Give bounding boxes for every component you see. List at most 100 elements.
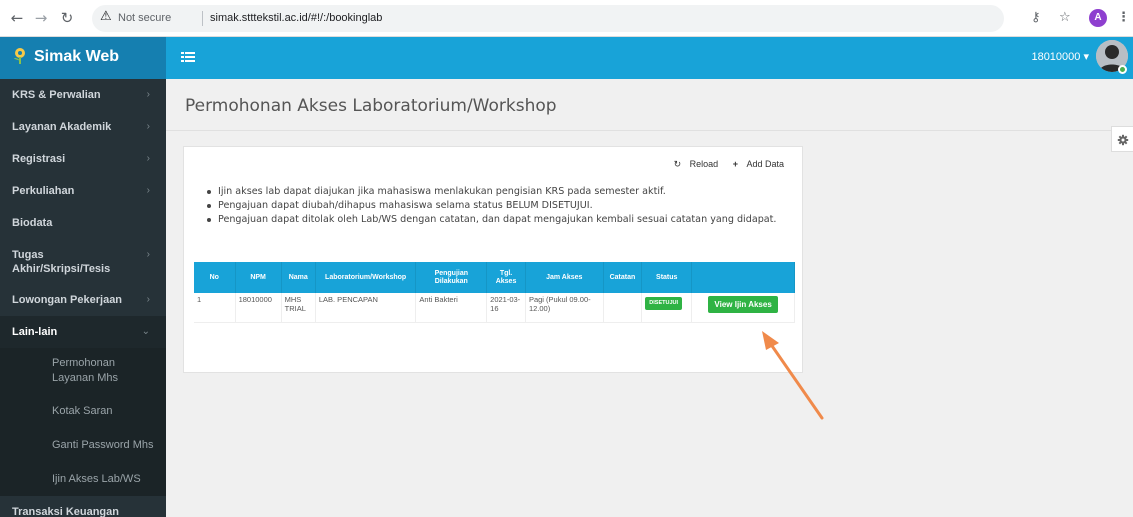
sidebar-item-label: Biodata <box>12 217 53 229</box>
sidebar-item-label: Lain-lain <box>12 326 58 338</box>
sidebar-item-layanan-akademik[interactable]: Layanan Akademik › <box>0 111 166 143</box>
user-menu[interactable]: 18010000 ▾ <box>1031 50 1089 63</box>
refresh-icon: ↻ <box>673 159 682 169</box>
booking-panel: ↻ Reload + Add Data Ijin akses lab dapat… <box>183 146 803 373</box>
cell-nama: MHS TRIAL <box>281 293 316 323</box>
warning-icon: ⚠ <box>100 9 112 24</box>
online-status-dot <box>1118 65 1127 74</box>
reload-label: Reload <box>689 159 719 169</box>
col-header-jam[interactable]: Jam Akses <box>525 262 604 293</box>
table-row: 1 18010000 MHS TRIAL LAB. PENCAPAN Anti … <box>194 293 795 323</box>
cell-status: DISETUJUI <box>641 293 693 323</box>
sidebar-item-label: Tugas <box>12 249 44 261</box>
kebab-menu-icon[interactable]: ⋮ <box>1117 10 1130 25</box>
col-header-no[interactable]: No <box>194 262 236 293</box>
reload-icon[interactable]: ↻ <box>56 0 78 37</box>
reload-button[interactable]: ↻ Reload <box>668 159 719 169</box>
sidebar-item-label: Registrasi <box>12 153 66 165</box>
sidebar-subitem-label: Layanan Mhs <box>52 372 119 384</box>
star-icon[interactable]: ☆ <box>1059 10 1071 25</box>
browser-toolbar: ← → ↻ ⚠ Not secure simak.stttekstil.ac.i… <box>0 0 1133 37</box>
brand-title: Simak Web <box>34 48 120 65</box>
sidebar-subitem-label: Ganti Password Mhs <box>52 439 154 451</box>
user-id: 18010000 <box>1031 51 1081 63</box>
main-content: Permohonan Akses Laboratorium/Workshop ↻… <box>166 79 1133 517</box>
sidebar-item-label: Layanan Akademik <box>12 121 112 133</box>
booking-table: No NPM Nama Laboratorium/Workshop Penguj… <box>194 262 795 323</box>
sidebar-item-registrasi[interactable]: Registrasi › <box>0 143 166 175</box>
sidebar-item-label: KRS & Perwalian <box>12 89 101 101</box>
chevron-right-icon: › <box>146 89 150 100</box>
sidebar-submenu: Permohonan Layanan Mhs Kotak Saran Ganti … <box>0 348 166 496</box>
menu-toggle-icon[interactable] <box>180 49 196 65</box>
divider <box>202 11 203 26</box>
chevron-right-icon: › <box>146 249 150 260</box>
brand-logo-icon <box>14 48 25 64</box>
sidebar-item-label: Lowongan Pekerjaan <box>12 294 123 306</box>
cell-pengujian: Anti Bakteri <box>415 293 488 323</box>
add-data-button[interactable]: + Add Data <box>727 159 784 169</box>
sidebar-item-label: Transaksi Keuangan <box>12 506 119 517</box>
note-item: Ijin akses lab dapat diajukan jika mahas… <box>206 185 776 199</box>
view-ijin-akses-button[interactable]: View Ijin Akses <box>708 296 778 313</box>
sidebar-item-transaksi-keuangan[interactable]: Transaksi Keuangan <box>0 496 166 517</box>
gear-icon <box>1117 134 1129 146</box>
sidebar-item-label: Perkuliahan <box>12 185 75 197</box>
col-header-status[interactable]: Status <box>641 262 693 293</box>
forward-icon[interactable]: → <box>30 0 52 37</box>
cell-catatan <box>603 293 643 323</box>
chevron-right-icon: › <box>146 153 150 164</box>
cell-npm: 18010000 <box>235 293 282 323</box>
table-header-row: No NPM Nama Laboratorium/Workshop Penguj… <box>194 262 795 293</box>
panel-toolbar: ↻ Reload + Add Data <box>662 159 784 170</box>
chevron-right-icon: › <box>146 294 150 305</box>
sidebar-item-lowongan-pekerjaan[interactable]: Lowongan Pekerjaan › <box>0 284 166 316</box>
note-item: Pengajuan dapat diubah/dihapus mahasiswa… <box>206 199 776 213</box>
col-header-pengujian[interactable]: Pengujian Dilakukan <box>415 262 488 293</box>
address-bar[interactable]: ⚠ Not secure simak.stttekstil.ac.id/#!/:… <box>92 5 1004 32</box>
chevron-right-icon: › <box>146 185 150 196</box>
sidebar-item-krs-perwalian[interactable]: KRS & Perwalian › <box>0 79 166 111</box>
settings-tab[interactable] <box>1111 126 1133 152</box>
sidebar-item-tugas-akhir[interactable]: Tugas Akhir/Skripsi/Tesis › <box>0 239 166 284</box>
page-title: Permohonan Akses Laboratorium/Workshop <box>185 96 557 116</box>
security-label: Not secure <box>118 12 172 24</box>
chevron-right-icon: › <box>146 121 150 132</box>
cell-lab: LAB. PENCAPAN <box>315 293 417 323</box>
back-icon[interactable]: ← <box>6 0 28 37</box>
sidebar-subitem-label: Kotak Saran <box>52 405 113 417</box>
sidebar-subitem-permohonan-layanan[interactable]: Permohonan Layanan Mhs <box>0 348 166 394</box>
sidebar-subitem-ijin-akses-lab[interactable]: Ijin Akses Lab/WS <box>0 462 166 496</box>
key-icon[interactable]: ⚷ <box>1031 10 1041 25</box>
url-text[interactable]: simak.stttekstil.ac.id/#!/:/bookinglab <box>210 12 382 24</box>
sidebar-item-perkuliahan[interactable]: Perkuliahan › <box>0 175 166 207</box>
note-item: Pengajuan dapat ditolak oleh Lab/WS deng… <box>206 213 776 227</box>
sidebar-subitem-ganti-password[interactable]: Ganti Password Mhs <box>0 428 166 462</box>
col-header-tgl[interactable]: Tgl. Akses <box>486 262 526 293</box>
cell-no: 1 <box>194 293 236 323</box>
sidebar: KRS & Perwalian › Layanan Akademik › Regis… <box>0 79 166 517</box>
sidebar-subitem-kotak-saran[interactable]: Kotak Saran <box>0 394 166 428</box>
brand-block[interactable]: Simak Web <box>0 37 166 79</box>
add-data-label: Add Data <box>746 159 784 169</box>
col-header-nama[interactable]: Nama <box>281 262 316 293</box>
col-header-catatan[interactable]: Catatan <box>603 262 643 293</box>
sidebar-subitem-label: Permohonan <box>52 357 115 369</box>
cell-action: View Ijin Akses <box>691 293 795 323</box>
cell-tgl: 2021-03-16 <box>486 293 526 323</box>
sidebar-subitem-label: Ijin Akses Lab/WS <box>52 473 141 485</box>
divider <box>166 130 1133 131</box>
sidebar-item-label: Akhir/Skripsi/Tesis <box>12 263 111 275</box>
col-header-lab[interactable]: Laboratorium/Workshop <box>315 262 417 293</box>
app-header: Simak Web 18010000 ▾ <box>0 37 1133 79</box>
info-notes: Ijin akses lab dapat diajukan jika mahas… <box>206 185 776 227</box>
chevron-down-icon: ⌄ <box>141 326 150 337</box>
sidebar-item-biodata[interactable]: Biodata <box>0 207 166 239</box>
col-header-action <box>691 262 795 293</box>
cell-jam: Pagi (Pukul 09.00-12.00) <box>525 293 604 323</box>
col-header-npm[interactable]: NPM <box>235 262 282 293</box>
status-badge: DISETUJUI <box>645 297 683 310</box>
sidebar-item-lain-lain[interactable]: Lain-lain ⌄ <box>0 316 166 348</box>
profile-avatar[interactable]: A <box>1089 9 1107 27</box>
plus-icon: + <box>732 159 738 169</box>
